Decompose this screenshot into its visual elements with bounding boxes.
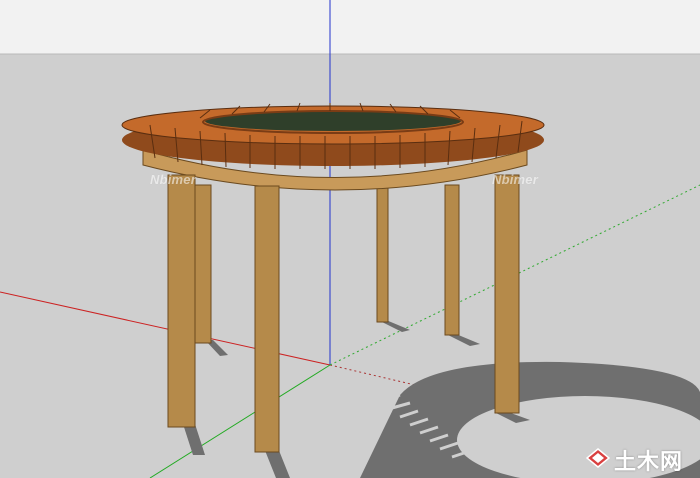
sky	[0, 0, 700, 54]
watermark-left: Nbimer	[150, 172, 196, 187]
leg-back-3[interactable]	[444, 184, 460, 336]
logo-text: 土木网	[614, 450, 684, 475]
leg-back-1[interactable]	[192, 184, 212, 344]
leg-back-2[interactable]	[376, 187, 389, 323]
leg-front-left[interactable]	[167, 174, 196, 428]
site-logo: 土木网	[585, 444, 684, 476]
model-scene[interactable]	[0, 0, 700, 478]
diamond-logo-icon	[585, 448, 611, 472]
leg-front-right[interactable]	[494, 174, 520, 414]
watermark-right: Nbimer	[492, 172, 538, 187]
leg-front-center[interactable]	[254, 185, 280, 453]
sketchup-viewport[interactable]: Nbimer Nbimer 土木网	[0, 0, 700, 478]
